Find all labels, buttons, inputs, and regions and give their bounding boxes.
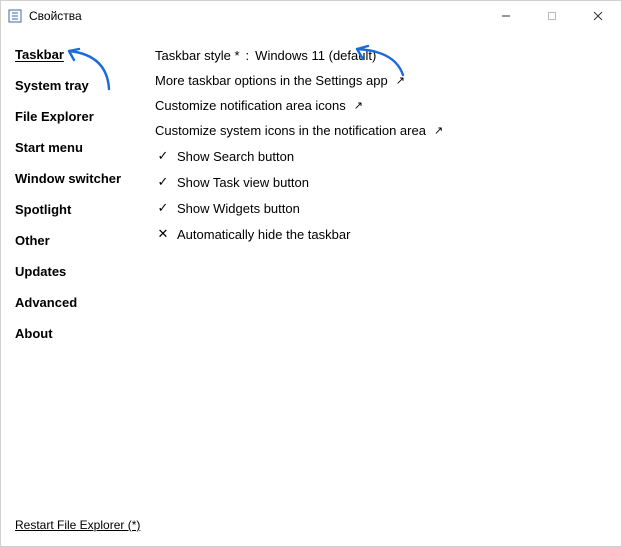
link-label: Customize notification area icons (155, 98, 346, 113)
external-link-icon: ↗ (354, 99, 363, 112)
link-customize-system-icons[interactable]: Customize system icons in the notificati… (155, 118, 621, 143)
checkmark-icon: ✓ (155, 174, 171, 190)
app-icon (7, 8, 23, 24)
toggle-autohide-taskbar[interactable]: ✕ Automatically hide the taskbar (155, 221, 621, 247)
content: Taskbar System tray File Explorer Start … (1, 31, 621, 349)
sidebar-item-start-menu[interactable]: Start menu (15, 132, 151, 163)
taskbar-style-row[interactable]: Taskbar style * : Windows 11 (default) (155, 43, 621, 68)
sidebar-item-advanced[interactable]: Advanced (15, 287, 151, 318)
checkmark-icon: ✓ (155, 148, 171, 164)
minimize-button[interactable] (483, 1, 529, 31)
taskbar-style-label: Taskbar style * (155, 48, 240, 63)
toggle-label: Show Task view button (177, 175, 309, 190)
main-panel: Taskbar style * : Windows 11 (default) M… (151, 39, 621, 349)
sidebar-item-file-explorer[interactable]: File Explorer (15, 101, 151, 132)
link-customize-notification-icons[interactable]: Customize notification area icons ↗ (155, 93, 621, 118)
toggle-show-search[interactable]: ✓ Show Search button (155, 143, 621, 169)
link-label: More taskbar options in the Settings app (155, 73, 388, 88)
sidebar-item-taskbar[interactable]: Taskbar (15, 39, 151, 70)
link-more-taskbar-options[interactable]: More taskbar options in the Settings app… (155, 68, 621, 93)
sidebar: Taskbar System tray File Explorer Start … (1, 39, 151, 349)
maximize-button[interactable] (529, 1, 575, 31)
close-button[interactable] (575, 1, 621, 31)
toggle-label: Show Widgets button (177, 201, 300, 216)
toggle-label: Automatically hide the taskbar (177, 227, 350, 242)
window-title: Свойства (29, 9, 483, 23)
link-label: Customize system icons in the notificati… (155, 123, 426, 138)
sidebar-item-other[interactable]: Other (15, 225, 151, 256)
toggle-show-widgets[interactable]: ✓ Show Widgets button (155, 195, 621, 221)
window-controls (483, 1, 621, 31)
sidebar-item-updates[interactable]: Updates (15, 256, 151, 287)
checkmark-icon: ✓ (155, 200, 171, 216)
restart-file-explorer-link[interactable]: Restart File Explorer (*) (15, 518, 140, 532)
cross-icon: ✕ (155, 226, 171, 242)
taskbar-style-sep: : (246, 48, 250, 63)
toggle-label: Show Search button (177, 149, 294, 164)
taskbar-style-value: Windows 11 (default) (255, 48, 376, 63)
sidebar-item-spotlight[interactable]: Spotlight (15, 194, 151, 225)
external-link-icon: ↗ (396, 74, 405, 87)
sidebar-item-system-tray[interactable]: System tray (15, 70, 151, 101)
toggle-show-task-view[interactable]: ✓ Show Task view button (155, 169, 621, 195)
sidebar-item-window-switcher[interactable]: Window switcher (15, 163, 151, 194)
sidebar-item-about[interactable]: About (15, 318, 151, 349)
titlebar: Свойства (1, 1, 621, 31)
external-link-icon: ↗ (434, 124, 443, 137)
